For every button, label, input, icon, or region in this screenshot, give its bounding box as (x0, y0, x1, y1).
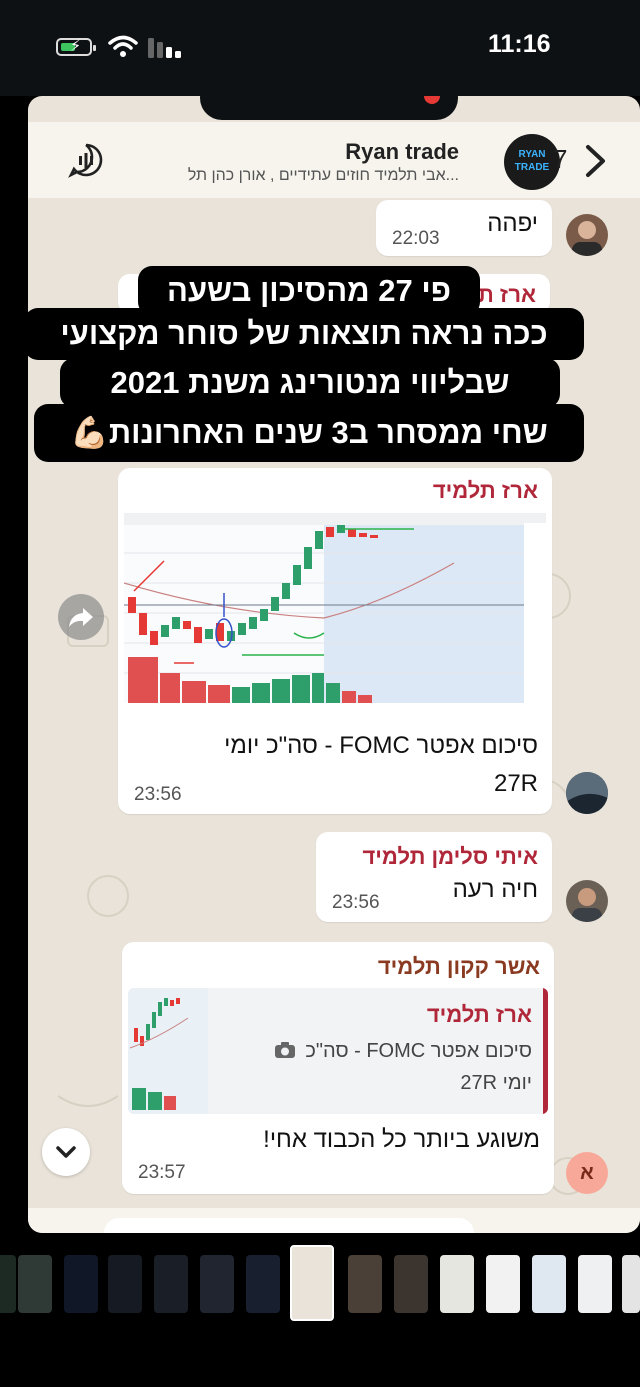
message-sender: איתי סלימן תלמיד (362, 844, 538, 869)
quoted-image-thumbnail (128, 988, 208, 1114)
message-bubble[interactable]: איתי סלימן תלמיד חיה רעה 23:56 (316, 832, 552, 922)
overlay-caption: שחי ממסחר ב3 שנים האחרונות💪🏻 (34, 404, 584, 462)
group-avatar-text: RYAN TRADE (514, 149, 550, 173)
reply-message-bubble[interactable]: אשר קקון תלמיד ארז תלמיד סיכום אפטר FOMC… (122, 942, 554, 1194)
message-sender: ארז ת (477, 282, 536, 307)
story-thumbnail[interactable] (578, 1255, 612, 1313)
message-text: יפהה (487, 210, 538, 237)
chat-title[interactable]: Ryan trade (345, 139, 459, 165)
trading-chart-drawing (124, 513, 546, 720)
quoted-message[interactable]: ארז תלמיד סיכום אפטר FOMC - סה"כ יומי 27… (128, 988, 548, 1114)
image-message-bubble[interactable]: ארז תלמיד סיכום אפטר FOMC - סה"כ יומי 27… (118, 468, 552, 814)
message-bubble[interactable]: יפהה 22:03 (376, 200, 552, 256)
overlay-caption: שבליווי מנטורינג משנת 2021 (60, 358, 560, 408)
battery-charging-icon: ⚡ (56, 38, 96, 56)
story-thumbnail[interactable] (154, 1255, 188, 1313)
composer-bar (28, 1208, 640, 1233)
story-thumbnail[interactable] (532, 1255, 566, 1313)
story-thumbnail[interactable] (440, 1255, 474, 1313)
camera-icon (274, 1042, 295, 1058)
call-icon[interactable] (68, 142, 104, 178)
image-caption: סיכום אפטר FOMC - סה"כ יומי (224, 732, 538, 759)
story-thumbnail[interactable] (486, 1255, 520, 1313)
message-time: 23:56 (134, 784, 182, 805)
scroll-down-icon (56, 1146, 76, 1158)
message-text: משוגע ביותר כל הכבוד אחי! (263, 1126, 540, 1153)
back-chevron-icon[interactable] (584, 144, 608, 178)
scroll-down-button[interactable] (42, 1128, 90, 1176)
back-unread-count[interactable]: 7 (553, 144, 567, 175)
cellular-signal-icon (148, 38, 181, 58)
story-thumbnail[interactable] (622, 1255, 640, 1313)
chart-screenshot-image[interactable] (124, 513, 546, 720)
quoted-sender: ארז תלמיד (426, 1002, 532, 1027)
message-sender: אשר קקון תלמיד (377, 954, 540, 979)
status-bar: ⚡ 11:16 (0, 0, 640, 96)
story-thumbnail-strip (0, 1233, 640, 1387)
forward-button[interactable] (58, 594, 104, 640)
quoted-text: יומי 27R (460, 1072, 532, 1094)
quoted-text: סיכום אפטר FOMC - סה"כ (305, 1040, 532, 1062)
avatar[interactable] (566, 772, 608, 814)
message-text: חיה רעה (452, 876, 538, 903)
story-thumbnail[interactable] (0, 1255, 16, 1313)
image-caption: 27R (493, 770, 538, 797)
avatar[interactable] (566, 880, 608, 922)
chat-screen: Ryan trade אבי תלמיד חוזים עתידיים , אור… (28, 96, 640, 1233)
story-thumbnail[interactable] (246, 1255, 280, 1313)
forward-icon (69, 608, 93, 627)
story-thumbnail[interactable] (108, 1255, 142, 1313)
message-time: 23:57 (138, 1162, 186, 1183)
overlay-caption: ככה נראה תוצאות של סוחר מקצועי (28, 308, 584, 360)
chat-header: Ryan trade אבי תלמיד חוזים עתידיים , אור… (28, 122, 640, 198)
wifi-icon (108, 35, 138, 57)
story-thumbnail[interactable] (18, 1255, 52, 1313)
message-time: 22:03 (392, 228, 440, 249)
message-sender: ארז תלמיד (432, 478, 538, 503)
story-thumbnail[interactable] (394, 1255, 428, 1313)
quoted-text-row: סיכום אפטר FOMC - סה"כ (274, 1040, 532, 1063)
story-thumbnail[interactable] (64, 1255, 98, 1313)
message-time: 23:56 (332, 892, 380, 913)
unread-badge[interactable]: א (566, 1152, 608, 1194)
chat-subtitle[interactable]: אבי תלמיד חוזים עתידיים , אורן כהן תל... (188, 167, 459, 185)
status-time: 11:16 (488, 30, 551, 58)
story-thumbnail[interactable] (200, 1255, 234, 1313)
camera-notch (200, 96, 458, 120)
story-thumbnail-current[interactable] (290, 1245, 334, 1321)
avatar[interactable] (566, 214, 608, 256)
story-thumbnail[interactable] (348, 1255, 382, 1313)
message-input[interactable] (104, 1218, 474, 1233)
group-avatar[interactable]: RYAN TRADE (504, 134, 560, 190)
